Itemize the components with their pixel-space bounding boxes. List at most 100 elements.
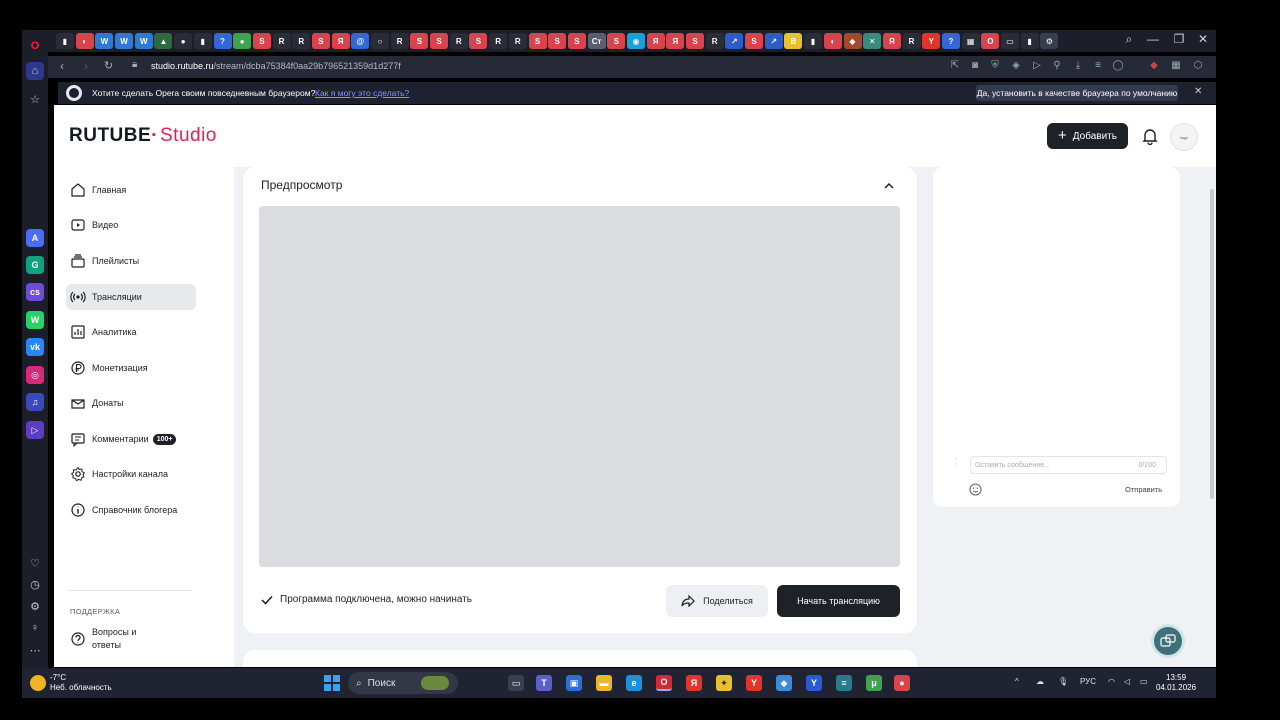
sidebar-item-gear[interactable]: Настройки канала xyxy=(66,461,196,487)
yandex-browser-icon[interactable]: Y xyxy=(746,675,762,691)
browser-tab[interactable]: W xyxy=(134,33,153,49)
mic-icon[interactable]: 🎙︎ xyxy=(1058,677,1068,686)
yandex-icon[interactable]: Я xyxy=(686,675,702,691)
browser-tab[interactable]: Я xyxy=(331,33,350,49)
pin-icon[interactable]: ⚲ xyxy=(1051,60,1063,72)
browser-tab[interactable]: ▦ xyxy=(961,33,980,49)
add-button[interactable]: + Добавить xyxy=(1047,123,1128,149)
windows-start-icon[interactable] xyxy=(324,675,340,691)
vpn-icon[interactable]: ◈ xyxy=(1010,60,1022,72)
browser-tab[interactable]: R xyxy=(489,33,508,49)
sidebar-item-donate[interactable]: Донаты xyxy=(66,390,196,416)
tray-expand-icon[interactable]: ^ xyxy=(1015,677,1019,686)
sidebar-item-broadcast[interactable]: Трансляции xyxy=(66,284,196,310)
history-icon[interactable]: ◷ xyxy=(26,575,44,593)
explorer-icon[interactable]: ▬ xyxy=(596,675,612,691)
vk-icon[interactable]: vk xyxy=(26,338,44,356)
support-item-mail[interactable]: Написать в поддержку xyxy=(66,661,196,667)
browser-tab[interactable]: S xyxy=(548,33,567,49)
heart-icon[interactable]: ♡ xyxy=(26,554,44,572)
browser-tab[interactable]: O xyxy=(981,33,1000,49)
browser-tab[interactable]: Y xyxy=(922,33,941,49)
browser-tab[interactable]: ✕ xyxy=(863,33,882,49)
teams-icon[interactable]: T xyxy=(536,675,552,691)
close-window-icon[interactable]: ✕ xyxy=(1194,32,1212,46)
browser-tab[interactable]: ◐ xyxy=(823,33,842,49)
open-external-icon[interactable]: ⇱ xyxy=(949,60,961,72)
browser-tab[interactable]: ◉ xyxy=(626,33,645,49)
profile-icon[interactable]: ◯ xyxy=(1112,60,1124,72)
sidebar-item-info[interactable]: Справочник блогера xyxy=(66,497,196,523)
send-button[interactable]: Отправить xyxy=(1125,485,1162,494)
start-stream-button[interactable]: Начать трансляцию xyxy=(777,585,900,617)
browser-tab[interactable]: B xyxy=(784,33,803,49)
task-view-icon[interactable]: ▭ xyxy=(508,675,524,691)
torrent-icon[interactable]: μ xyxy=(866,675,882,691)
browser-tab[interactable]: ⚙ xyxy=(1040,33,1059,49)
browser-tab[interactable]: R xyxy=(508,33,527,49)
browser-tab[interactable]: W xyxy=(115,33,134,49)
play-icon[interactable]: ▷ xyxy=(1031,60,1043,72)
volume-icon[interactable]: ◁ xyxy=(1124,677,1130,686)
extension-icon[interactable]: ◆ xyxy=(1148,60,1160,72)
browser-tab[interactable]: S xyxy=(745,33,764,49)
page-scrollbar[interactable] xyxy=(1210,189,1214,499)
browser-tab[interactable]: ▭ xyxy=(1001,33,1019,49)
browser-tab[interactable]: ● xyxy=(174,33,193,49)
browser-tab[interactable]: ? xyxy=(213,33,232,49)
tray-app-icon[interactable]: ☁ xyxy=(1036,677,1044,686)
clock[interactable]: 13:59 04.01.2026 xyxy=(1156,673,1196,693)
opera-taskbar-icon[interactable]: O xyxy=(656,675,672,691)
home-icon[interactable]: ⌂ xyxy=(26,62,44,80)
music-icon[interactable]: ♫ xyxy=(26,393,44,411)
browser-tab[interactable]: R xyxy=(272,33,291,49)
sidebar-item-home[interactable]: Главная xyxy=(66,177,196,203)
avatar[interactable]: logo xyxy=(1170,123,1198,151)
more-icon[interactable]: ⋯ xyxy=(26,641,44,659)
sidebar-item-video[interactable]: Видео xyxy=(66,212,196,238)
browser-tab[interactable]: S xyxy=(430,33,449,49)
browser-tab[interactable]: R xyxy=(705,33,724,49)
browser-tab[interactable]: ◐ xyxy=(75,33,94,49)
browser-tab[interactable]: R xyxy=(902,33,921,49)
browser-tab[interactable]: R xyxy=(292,33,311,49)
tips-icon[interactable]: ♀ xyxy=(26,619,44,637)
browser-tab[interactable]: Я xyxy=(646,33,665,49)
support-item-question[interactable]: Вопросы и ответы xyxy=(66,626,196,652)
browser-tab[interactable]: ↗ xyxy=(725,33,744,49)
browser-tab[interactable]: ▮ xyxy=(804,33,823,49)
sidebar-item-analytics[interactable]: Аналитика xyxy=(66,319,196,345)
how-to-link[interactable]: Как я могу это сделать? xyxy=(315,88,409,98)
browser-tab[interactable]: @ xyxy=(351,33,370,49)
stream-preview[interactable] xyxy=(259,206,900,567)
minimize-icon[interactable]: — xyxy=(1144,32,1162,46)
browser-tab[interactable]: S xyxy=(469,33,488,49)
browser-tab[interactable]: R xyxy=(390,33,409,49)
browser-tab[interactable]: W xyxy=(95,33,114,49)
rutube-studio-logo[interactable]: RUTUBE· Studio xyxy=(69,125,217,147)
browser-tab[interactable]: S xyxy=(528,33,547,49)
extensions-icon[interactable]: ▦ xyxy=(1170,60,1182,72)
opera-logo-icon[interactable]: O xyxy=(26,37,44,55)
player-icon[interactable]: ▷ xyxy=(26,421,44,439)
browser-tab[interactable]: Я xyxy=(882,33,901,49)
aria-icon[interactable]: A xyxy=(26,229,44,247)
browser-tab[interactable]: ◆ xyxy=(843,33,862,49)
game-icon[interactable]: ◆ xyxy=(776,675,792,691)
taskbar-search[interactable]: ⌕ Поиск xyxy=(348,672,458,694)
browser-tab[interactable]: S xyxy=(607,33,626,49)
menu-icon[interactable]: ≡ xyxy=(1092,60,1104,72)
weather-widget[interactable]: -7°C Неб. облачность xyxy=(30,673,112,693)
browser-tab[interactable]: Ст xyxy=(587,33,606,49)
language-indicator[interactable]: РУС xyxy=(1080,677,1096,686)
notes-icon[interactable]: ≡ xyxy=(836,675,852,691)
sidebar-item-comment[interactable]: Комментарии 100+ xyxy=(66,426,196,452)
share-button[interactable]: Поделиться xyxy=(666,585,768,617)
camera-icon[interactable]: ◙ xyxy=(969,60,981,72)
yandex-app-icon[interactable]: Y xyxy=(806,675,822,691)
settings-icon[interactable]: ⚙ xyxy=(26,597,44,615)
browser-tab[interactable]: S xyxy=(252,33,271,49)
instagram-icon[interactable]: ◎ xyxy=(26,366,44,384)
forward-icon[interactable]: › xyxy=(84,59,88,73)
app-icon[interactable]: ✦ xyxy=(716,675,732,691)
